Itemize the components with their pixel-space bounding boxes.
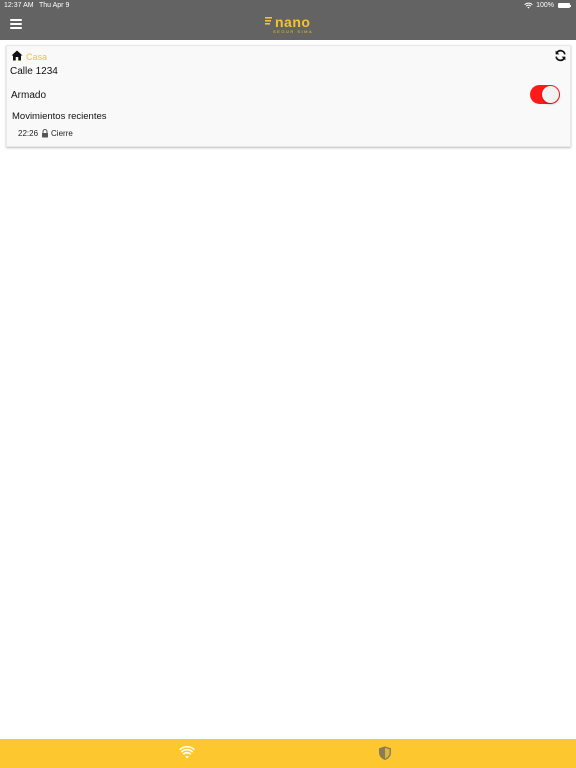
- armed-label: Armado: [11, 90, 47, 101]
- status-time: 12:37 AM: [4, 2, 34, 9]
- lock-icon: [42, 128, 49, 137]
- logo-subtext: SEGUR SIMA: [273, 29, 314, 34]
- wifi-icon: [524, 2, 533, 9]
- site-address: Calle 1234: [10, 66, 58, 77]
- logo-text: nano: [275, 14, 311, 30]
- status-bar: 12:37 AM Thu Apr 9 100%: [0, 0, 576, 11]
- status-date: Thu Apr 9: [39, 2, 70, 9]
- armed-toggle[interactable]: [530, 85, 560, 104]
- logo-signal-icon: [265, 17, 272, 25]
- wifi-signal-icon[interactable]: [179, 745, 195, 761]
- shield-icon[interactable]: [377, 745, 393, 761]
- menu-button[interactable]: [10, 19, 24, 31]
- battery-icon: [558, 3, 571, 8]
- event-time: 22:26: [18, 128, 39, 138]
- home-icon: [11, 50, 23, 61]
- battery-percent: 100%: [536, 2, 554, 9]
- menu-icon: [10, 19, 24, 29]
- refresh-icon[interactable]: [554, 49, 567, 62]
- recent-movements-title: Movimientos recientes: [12, 111, 107, 122]
- site-name[interactable]: Casa: [26, 52, 47, 62]
- bottom-tab-bar: [0, 739, 576, 768]
- app-logo: nano SEGUR SIMA: [265, 14, 314, 37]
- status-right: 100%: [524, 0, 571, 11]
- nav-bar: nano SEGUR SIMA: [0, 11, 576, 40]
- site-card: Casa Calle 1234 Armado Movimientos recie…: [6, 45, 571, 147]
- event-label: Cierre: [51, 128, 73, 138]
- toggle-knob: [542, 86, 559, 103]
- event-row: 22:26 Cierre: [18, 128, 73, 138]
